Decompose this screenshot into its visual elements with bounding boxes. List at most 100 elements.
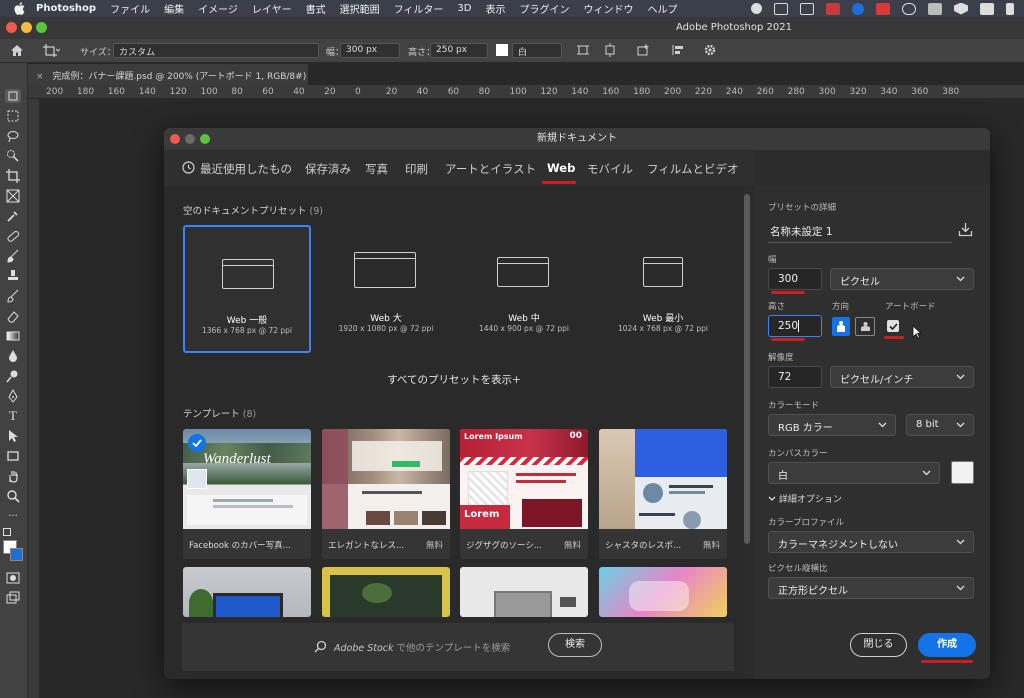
quick-mask-icon[interactable] xyxy=(5,571,21,585)
arrange-icon[interactable] xyxy=(671,43,685,60)
canvas-color-swatch[interactable] xyxy=(951,461,974,484)
tab-saved[interactable]: 保存済み xyxy=(305,161,351,177)
align-icon-2[interactable] xyxy=(603,43,617,60)
menu-image[interactable]: イメージ xyxy=(198,1,238,16)
preset-web-large[interactable]: Web 大 1920 x 1080 px @ 72 ppi xyxy=(322,225,450,353)
document-tab[interactable]: × 完成例：バナー課題.psd @ 200% (アートボード 1, RGB/8#… xyxy=(28,64,308,85)
width-input[interactable]: 300 xyxy=(768,268,822,290)
advanced-options-toggle[interactable]: 詳細オプション xyxy=(768,492,842,505)
background-color-swatch[interactable] xyxy=(10,548,23,561)
path-select-icon[interactable] xyxy=(5,429,21,443)
healing-brush-icon[interactable] xyxy=(5,229,21,243)
record-icon[interactable] xyxy=(751,3,762,14)
display-icon[interactable] xyxy=(774,2,788,15)
frame-tool-icon[interactable] xyxy=(5,189,21,203)
width-field[interactable]: 300 px xyxy=(340,43,400,58)
add-artboard-icon[interactable] xyxy=(636,43,650,60)
gear-icon[interactable] xyxy=(703,43,717,60)
search-button[interactable]: 検索 xyxy=(548,633,602,657)
menu-filter[interactable]: フィルター xyxy=(394,1,444,16)
template-card-row2-3[interactable] xyxy=(460,567,588,617)
height-input[interactable]: 250 xyxy=(768,315,822,337)
preset-web-medium[interactable]: Web 中 1440 x 900 px @ 72 ppi xyxy=(460,225,588,353)
template-card-facebook[interactable]: Wanderlust Facebook のカバー写真... xyxy=(183,429,311,559)
music-icon[interactable] xyxy=(928,2,942,15)
default-colors-icon[interactable] xyxy=(3,528,11,536)
crop-tool-icon[interactable] xyxy=(5,169,21,183)
vpn-icon[interactable] xyxy=(852,2,864,15)
doc-name-field[interactable]: 名称未設定 1 xyxy=(770,224,833,239)
dialog-close-dot[interactable] xyxy=(170,134,180,144)
height-field[interactable]: 250 px xyxy=(430,43,488,58)
color-profile-select[interactable]: カラーマネジメントしない xyxy=(768,531,974,553)
tab-web[interactable]: Web xyxy=(547,161,575,175)
resolution-input[interactable]: 72 xyxy=(768,366,822,388)
stamp-tool-icon[interactable] xyxy=(5,269,21,283)
cloud-icon[interactable] xyxy=(902,2,916,15)
minimize-window-button[interactable] xyxy=(21,22,32,33)
color-mode-select[interactable]: RGB カラー xyxy=(768,414,896,436)
fill-select[interactable]: 白 xyxy=(512,43,562,58)
screen-mode-icon[interactable] xyxy=(5,591,21,605)
tab-mobile[interactable]: モバイル xyxy=(587,161,633,177)
artboard-tool-icon[interactable] xyxy=(42,43,61,61)
artboard-checkbox[interactable] xyxy=(887,320,899,332)
canvas-color-select[interactable]: 白 xyxy=(768,462,940,484)
dodge-tool-icon[interactable] xyxy=(5,369,21,383)
align-icon-1[interactable] xyxy=(576,43,590,60)
fill-swatch[interactable] xyxy=(496,44,508,56)
more-tools-icon[interactable]: ··· xyxy=(5,509,21,523)
artboard-tool-icon[interactable] xyxy=(5,89,21,103)
dialog-zoom-dot[interactable] xyxy=(200,134,210,144)
template-card-shasta[interactable]: シャスタのレスポ... 無料 xyxy=(599,429,727,559)
presets-scrollbar[interactable] xyxy=(744,194,750,544)
menu-select[interactable]: 選択範囲 xyxy=(340,1,380,16)
zoom-tool-icon[interactable] xyxy=(5,489,21,503)
tab-print[interactable]: 印刷 xyxy=(405,161,428,177)
preset-web-minimum[interactable]: Web 最小 1024 x 768 px @ 72 ppi xyxy=(599,225,727,353)
menu-layer[interactable]: レイヤー xyxy=(252,1,292,16)
shield-icon[interactable] xyxy=(954,2,968,15)
close-tab-icon[interactable]: × xyxy=(36,72,44,82)
template-card-row2-1[interactable] xyxy=(183,567,311,617)
pen-tool-icon[interactable] xyxy=(5,389,21,403)
screen-icon[interactable] xyxy=(800,2,814,15)
save-preset-icon[interactable] xyxy=(958,222,973,240)
close-window-button[interactable] xyxy=(6,22,17,33)
marquee-tool-icon[interactable] xyxy=(5,109,21,123)
type-tool-icon[interactable]: T xyxy=(5,408,21,423)
menu-help[interactable]: ヘルプ xyxy=(647,1,677,16)
pixel-aspect-select[interactable]: 正方形ピクセル xyxy=(768,577,974,599)
menu-window[interactable]: ウィンドウ xyxy=(583,1,633,16)
rectangle-tool-icon[interactable] xyxy=(5,449,21,463)
gradient-tool-icon[interactable] xyxy=(5,329,21,343)
size-select[interactable]: カスタム xyxy=(113,43,319,58)
box-icon[interactable] xyxy=(980,2,994,15)
tab-photo[interactable]: 写真 xyxy=(365,161,388,177)
width-unit-select[interactable]: ピクセル xyxy=(830,268,974,290)
tab-art-illustration[interactable]: アートとイラスト xyxy=(445,161,536,177)
blur-tool-icon[interactable] xyxy=(5,349,21,363)
history-brush-icon[interactable] xyxy=(5,289,21,303)
eyedropper-icon[interactable] xyxy=(5,209,21,223)
lasso-tool-icon[interactable] xyxy=(5,129,21,143)
hand-tool-icon[interactable] xyxy=(5,469,21,483)
tab-film-video[interactable]: フィルムとビデオ xyxy=(647,161,739,177)
quick-select-icon[interactable] xyxy=(5,149,21,163)
bit-depth-select[interactable]: 8 bit xyxy=(906,414,974,436)
landscape-orientation-button[interactable] xyxy=(855,317,875,336)
tab-recent[interactable]: 最近使用したもの xyxy=(200,161,292,177)
stock-search-input[interactable]: Adobe Stock で他のテンプレートを検索 xyxy=(334,640,510,654)
template-card-zigzag[interactable]: Lorem Ipsum 00 Lorem ジグザグのソーシ... 無料 xyxy=(460,429,588,559)
tray-extra-icon[interactable] xyxy=(1006,2,1014,15)
portrait-orientation-button[interactable] xyxy=(832,317,850,336)
apple-icon[interactable] xyxy=(12,2,26,16)
resolution-unit-select[interactable]: ピクセル/インチ xyxy=(830,366,974,388)
eraser-tool-icon[interactable] xyxy=(5,309,21,323)
menu-view[interactable]: 表示 xyxy=(485,1,505,16)
brush-tool-icon[interactable] xyxy=(5,249,21,263)
menu-3d[interactable]: 3D xyxy=(457,3,471,14)
menu-file[interactable]: ファイル xyxy=(110,1,150,16)
menu-edit[interactable]: 編集 xyxy=(164,1,184,16)
close-button[interactable]: 閉じる xyxy=(850,633,907,657)
